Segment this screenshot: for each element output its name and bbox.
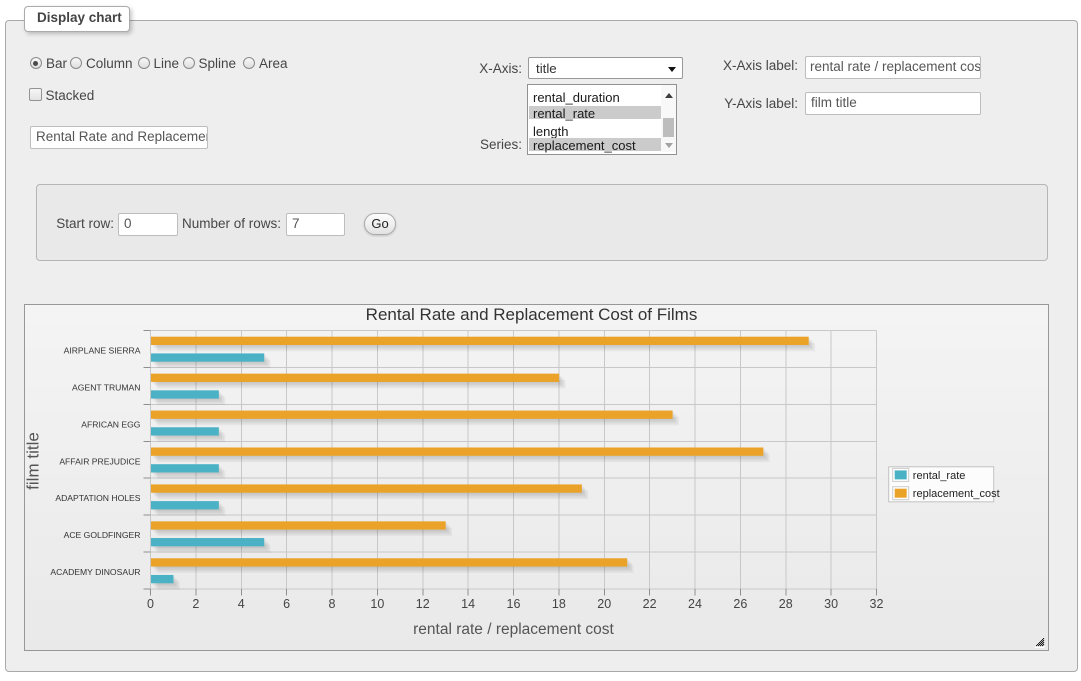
svg-text:26: 26 xyxy=(733,597,747,611)
svg-text:22: 22 xyxy=(643,597,657,611)
svg-text:24: 24 xyxy=(688,597,702,611)
svg-text:0: 0 xyxy=(147,597,154,611)
svg-text:rental rate / replacement cost: rental rate / replacement cost xyxy=(413,621,614,638)
svg-text:6: 6 xyxy=(283,597,290,611)
svg-text:ACADEMY DINOSAUR: ACADEMY DINOSAUR xyxy=(50,567,140,577)
svg-text:ADAPTATION HOLES: ADAPTATION HOLES xyxy=(55,493,140,503)
svg-text:12: 12 xyxy=(416,597,430,611)
svg-text:10: 10 xyxy=(370,597,384,611)
svg-text:18: 18 xyxy=(552,597,566,611)
svg-text:AGENT TRUMAN: AGENT TRUMAN xyxy=(72,382,140,392)
svg-text:32: 32 xyxy=(870,597,884,611)
svg-text:ACE GOLDFINGER: ACE GOLDFINGER xyxy=(64,530,141,540)
svg-text:2: 2 xyxy=(192,597,199,611)
svg-text:rental_rate: rental_rate xyxy=(913,470,966,482)
svg-text:AFRICAN EGG: AFRICAN EGG xyxy=(81,419,141,429)
svg-text:28: 28 xyxy=(779,597,793,611)
svg-text:14: 14 xyxy=(461,597,475,611)
svg-text:replacement_cost: replacement_cost xyxy=(913,488,1000,500)
svg-text:20: 20 xyxy=(597,597,611,611)
svg-text:Rental Rate and Replacement Co: Rental Rate and Replacement Cost of Film… xyxy=(366,305,698,324)
svg-text:30: 30 xyxy=(824,597,838,611)
svg-text:film title: film title xyxy=(25,432,43,490)
svg-text:AFFAIR PREJUDICE: AFFAIR PREJUDICE xyxy=(59,456,140,466)
svg-text:AIRPLANE SIERRA: AIRPLANE SIERRA xyxy=(64,345,141,355)
svg-text:8: 8 xyxy=(329,597,336,611)
svg-text:16: 16 xyxy=(507,597,521,611)
svg-text:4: 4 xyxy=(238,597,245,611)
